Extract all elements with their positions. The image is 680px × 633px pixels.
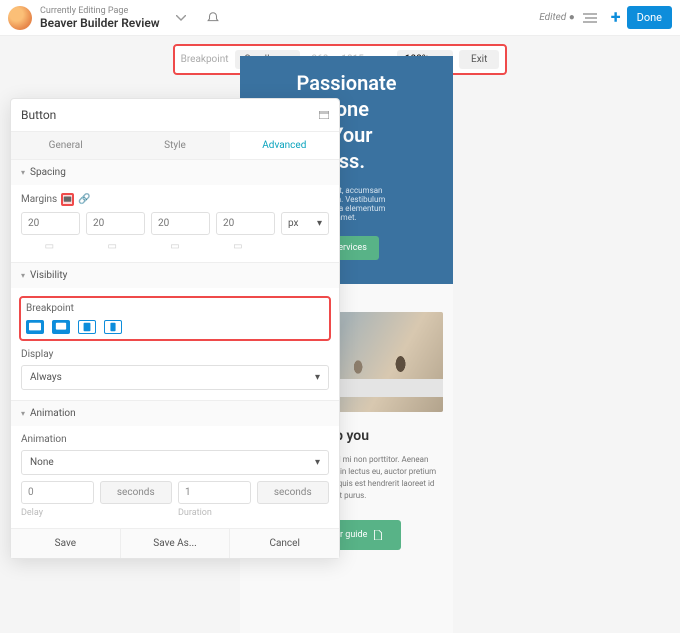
- page-title-block: Currently Editing Page Beaver Builder Re…: [40, 6, 160, 30]
- visibility-header[interactable]: ▾Visibility: [11, 263, 339, 288]
- breakpoint-xl-toggle[interactable]: [26, 320, 44, 334]
- margin-right-input[interactable]: [86, 212, 145, 235]
- duration-caption: Duration: [178, 508, 251, 518]
- breakpoint-field-label: Breakpoint: [26, 303, 324, 314]
- settings-tabs: General Style Advanced: [11, 132, 339, 159]
- beaver-logo-icon: [8, 6, 32, 30]
- breakpoint-control-highlight: Breakpoint: [19, 296, 331, 341]
- editing-subtitle: Currently Editing Page: [40, 6, 160, 16]
- delay-input[interactable]: [21, 481, 94, 504]
- animation-header[interactable]: ▾Animation: [11, 401, 339, 426]
- exit-responsive-button[interactable]: Exit: [459, 50, 499, 69]
- responsive-device-icon[interactable]: [61, 193, 74, 206]
- duration-unit: seconds: [257, 481, 330, 504]
- window-icon[interactable]: [319, 111, 329, 119]
- document-icon: [373, 530, 383, 540]
- duration-input[interactable]: [178, 481, 251, 504]
- edited-status: Edited ●: [539, 12, 575, 23]
- margin-left-input[interactable]: [216, 212, 275, 235]
- title-dropdown[interactable]: [170, 7, 192, 29]
- top-bar: Currently Editing Page Beaver Builder Re…: [0, 0, 680, 36]
- tab-advanced[interactable]: Advanced: [230, 132, 339, 159]
- animation-section: ▾Animation Animation None▾ seconds secon…: [11, 400, 339, 528]
- margin-unit-select[interactable]: px▾: [281, 212, 329, 235]
- visibility-section: ▾Visibility Breakpoint Display Always▾: [11, 262, 339, 400]
- breakpoint-mobile-toggle[interactable]: [104, 320, 122, 334]
- tab-style[interactable]: Style: [120, 132, 229, 159]
- panel-header[interactable]: Button: [11, 99, 339, 132]
- panel-actions: Save Save As... Cancel: [11, 528, 339, 558]
- save-as-button[interactable]: Save As...: [121, 529, 231, 558]
- animation-label: Animation: [21, 434, 329, 445]
- margin-top-input[interactable]: [21, 212, 80, 235]
- delay-unit: seconds: [100, 481, 173, 504]
- breakpoint-desktop-toggle[interactable]: [52, 320, 70, 334]
- animation-select[interactable]: None▾: [21, 450, 329, 475]
- save-button[interactable]: Save: [11, 529, 121, 558]
- spacing-header[interactable]: ▾Spacing: [11, 160, 339, 185]
- page-title: Beaver Builder Review: [40, 16, 160, 30]
- notifications-icon[interactable]: [202, 7, 224, 29]
- display-label: Display: [21, 349, 329, 360]
- margin-side-icons: ▭▭▭▭: [21, 241, 329, 252]
- breakpoint-tablet-toggle[interactable]: [78, 320, 96, 334]
- spacing-section: ▾Spacing Margins 🔗 px▾ ▭▭▭▭: [11, 159, 339, 262]
- add-module-button[interactable]: +: [611, 7, 621, 28]
- margins-label: Margins 🔗: [21, 193, 329, 206]
- display-select[interactable]: Always▾: [21, 365, 329, 390]
- done-button[interactable]: Done: [627, 6, 672, 29]
- link-values-icon[interactable]: 🔗: [78, 194, 90, 205]
- module-settings-panel: Button General Style Advanced ▾Spacing M…: [10, 98, 340, 559]
- outline-icon[interactable]: [579, 7, 601, 29]
- tab-general[interactable]: General: [11, 132, 120, 159]
- breakpoint-label: Breakpoint: [181, 54, 229, 65]
- cancel-button[interactable]: Cancel: [230, 529, 339, 558]
- margin-bottom-input[interactable]: [151, 212, 210, 235]
- delay-caption: Delay: [21, 508, 94, 518]
